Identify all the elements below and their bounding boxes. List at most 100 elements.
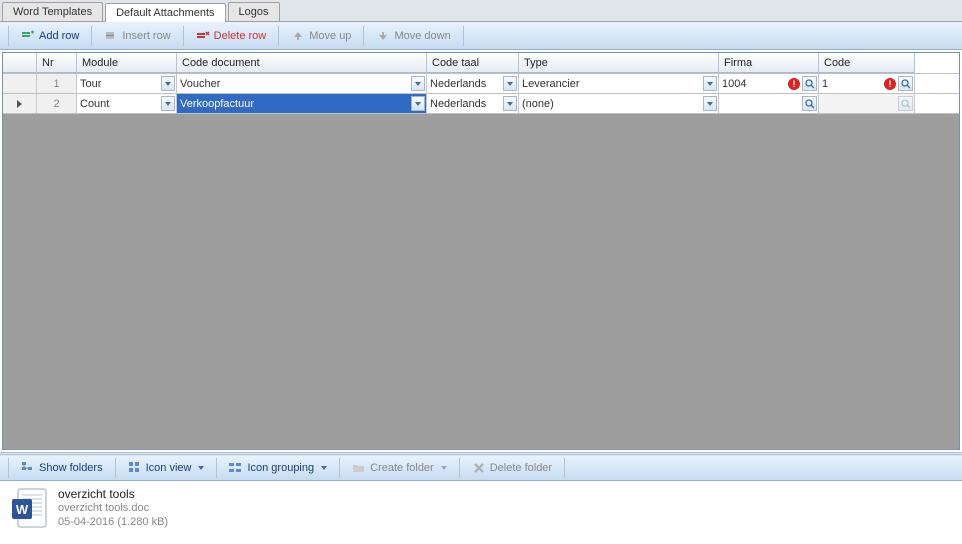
- move-down-button[interactable]: Move down: [368, 26, 458, 46]
- cell-type[interactable]: (none): [519, 94, 719, 113]
- lookup-icon[interactable]: [898, 76, 913, 91]
- insert-row-label: Insert row: [122, 30, 170, 42]
- arrow-down-icon: [376, 29, 390, 43]
- cell-code-taal-value: Nederlands: [430, 98, 486, 110]
- cell-code-document[interactable]: Voucher: [177, 74, 427, 93]
- dropdown-icon[interactable]: [161, 96, 175, 111]
- error-icon: !: [884, 78, 896, 90]
- col-code-document[interactable]: Code document: [177, 53, 427, 73]
- icon-grouping-icon: [229, 461, 243, 475]
- file-toolbar: Show folders Icon view Icon grouping Cre…: [0, 455, 962, 481]
- row-indicator: [3, 94, 37, 113]
- move-down-label: Move down: [394, 30, 450, 42]
- file-list: W overzicht tools overzicht tools.doc 05…: [0, 481, 962, 537]
- cell-module-value: Tour: [80, 78, 101, 90]
- add-row-label: Add row: [39, 30, 79, 42]
- add-row-button[interactable]: Add row: [13, 26, 87, 46]
- cell-code-value: 1: [822, 78, 828, 90]
- icon-view-label: Icon view: [146, 462, 192, 474]
- show-folders-button[interactable]: Show folders: [13, 458, 111, 478]
- cell-module[interactable]: Tour: [77, 74, 177, 93]
- grid-header: Nr Module Code document Code taal Type F…: [3, 53, 959, 74]
- cell-module-value: Count: [80, 98, 109, 110]
- table-row[interactable]: 2 Count Verkoopfactuur Nederlands (none): [3, 94, 959, 114]
- col-code[interactable]: Code: [819, 53, 915, 73]
- table-row[interactable]: 1 Tour Voucher Nederlands Leverancier 10…: [3, 74, 959, 94]
- cell-firma-value: 1004: [722, 78, 746, 90]
- cell-firma[interactable]: 1004 !: [719, 74, 819, 93]
- folders-tree-icon: [21, 461, 35, 475]
- delete-row-icon: [196, 29, 210, 43]
- file-item[interactable]: overzicht tools overzicht tools.doc 05-0…: [58, 487, 168, 530]
- cell-code-taal-value: Nederlands: [430, 78, 486, 90]
- chevron-down-icon: [318, 462, 327, 474]
- svg-text:W: W: [16, 502, 29, 517]
- col-indicator: [3, 53, 37, 73]
- icon-view-button[interactable]: Icon view: [120, 458, 213, 478]
- col-type[interactable]: Type: [519, 53, 719, 73]
- icon-view-icon: [128, 461, 142, 475]
- lookup-icon[interactable]: [898, 96, 913, 111]
- grid: Nr Module Code document Code taal Type F…: [2, 52, 960, 450]
- chevron-down-icon: [195, 462, 204, 474]
- dropdown-icon[interactable]: [503, 96, 517, 111]
- folder-icon: [352, 461, 366, 475]
- dropdown-icon[interactable]: [703, 96, 717, 111]
- cell-type[interactable]: Leverancier: [519, 74, 719, 93]
- lookup-icon[interactable]: [802, 96, 817, 111]
- create-folder-button[interactable]: Create folder: [344, 458, 455, 478]
- lookup-icon[interactable]: [802, 76, 817, 91]
- delete-icon: [472, 461, 486, 475]
- word-doc-icon[interactable]: W: [8, 487, 52, 531]
- icon-grouping-label: Icon grouping: [247, 462, 314, 474]
- move-up-label: Move up: [309, 30, 351, 42]
- cell-code-document-value: Voucher: [180, 78, 220, 90]
- cell-nr: 1: [37, 74, 77, 93]
- dropdown-icon[interactable]: [411, 76, 425, 91]
- cell-type-value: Leverancier: [522, 78, 579, 90]
- show-folders-label: Show folders: [39, 462, 103, 474]
- delete-row-label: Delete row: [214, 30, 267, 42]
- cell-module[interactable]: Count: [77, 94, 177, 113]
- dropdown-icon[interactable]: [161, 76, 175, 91]
- tab-word-templates[interactable]: Word Templates: [2, 2, 103, 21]
- arrow-up-icon: [291, 29, 305, 43]
- cell-nr: 2: [37, 94, 77, 113]
- cell-code-taal[interactable]: Nederlands: [427, 94, 519, 113]
- col-nr[interactable]: Nr: [37, 53, 77, 73]
- tab-logos[interactable]: Logos: [228, 2, 280, 21]
- cell-type-value: (none): [522, 98, 554, 110]
- file-meta: 05-04-2016 (1.280 kB): [58, 515, 168, 529]
- insert-row-icon: [104, 29, 118, 43]
- move-up-button[interactable]: Move up: [283, 26, 359, 46]
- grid-empty-area: [3, 114, 959, 449]
- dropdown-icon[interactable]: [503, 76, 517, 91]
- delete-folder-label: Delete folder: [490, 462, 552, 474]
- delete-folder-button[interactable]: Delete folder: [464, 458, 560, 478]
- cell-code[interactable]: [819, 94, 915, 113]
- add-row-icon: [21, 29, 35, 43]
- delete-row-button[interactable]: Delete row: [188, 26, 275, 46]
- cell-code-taal[interactable]: Nederlands: [427, 74, 519, 93]
- col-firma[interactable]: Firma: [719, 53, 819, 73]
- cell-firma[interactable]: [719, 94, 819, 113]
- grid-toolbar: Add row Insert row Delete row Move up Mo…: [0, 22, 962, 50]
- current-row-icon: [17, 100, 22, 108]
- dropdown-icon[interactable]: [703, 76, 717, 91]
- cell-code-document[interactable]: Verkoopfactuur: [177, 94, 427, 113]
- col-module[interactable]: Module: [77, 53, 177, 73]
- row-indicator: [3, 74, 37, 93]
- insert-row-button[interactable]: Insert row: [96, 26, 178, 46]
- tab-default-attachments[interactable]: Default Attachments: [105, 3, 225, 22]
- dropdown-icon[interactable]: [411, 96, 425, 111]
- error-icon: !: [788, 78, 800, 90]
- cell-code-document-value: Verkoopfactuur: [180, 98, 254, 110]
- create-folder-label: Create folder: [370, 462, 434, 474]
- cell-code[interactable]: 1 !: [819, 74, 915, 93]
- chevron-down-icon: [438, 462, 447, 474]
- tab-bar: Word Templates Default Attachments Logos: [0, 0, 962, 22]
- file-title: overzicht tools: [58, 487, 168, 501]
- icon-grouping-button[interactable]: Icon grouping: [221, 458, 335, 478]
- file-filename: overzicht tools.doc: [58, 501, 168, 515]
- col-code-taal[interactable]: Code taal: [427, 53, 519, 73]
